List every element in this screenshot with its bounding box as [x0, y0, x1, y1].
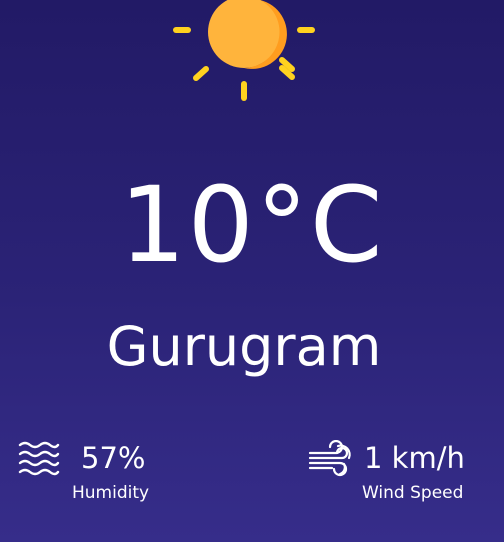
- city-name: Gurugram: [106, 315, 382, 378]
- wind-speed-label: Wind Speed: [362, 483, 464, 503]
- humidity-waves-icon: [18, 441, 60, 476]
- temperature-value: 10°C: [119, 164, 385, 286]
- wind-speed-value: 1 km/h: [364, 441, 465, 475]
- wind-icon: [308, 440, 351, 477]
- weather-card: 10°C Gurugram 57% Humidity 1 km/h Wind S…: [0, 0, 504, 542]
- humidity-label: Humidity: [72, 483, 150, 503]
- humidity-value: 57%: [81, 441, 146, 475]
- sun-icon: [173, 0, 315, 101]
